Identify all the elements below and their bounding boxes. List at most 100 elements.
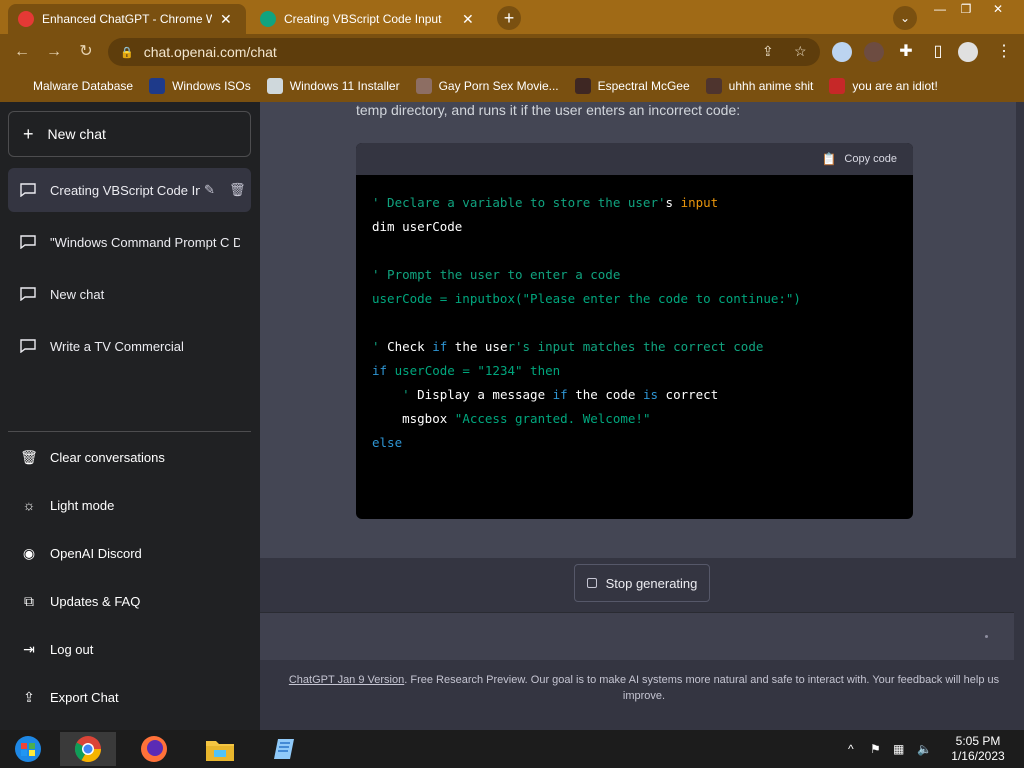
kebab-menu-icon[interactable]: ⋮ (994, 42, 1014, 62)
taskbar-file-explorer[interactable] (192, 732, 248, 766)
new-chat-button[interactable]: + New chat (8, 111, 251, 157)
updates-faq-link[interactable]: ⧉ Updates & FAQ (8, 579, 251, 623)
minimize-button[interactable]: — (926, 0, 954, 18)
stop-generating-button[interactable]: Stop generating (574, 564, 710, 602)
volume-icon[interactable]: 🔈 (917, 742, 932, 756)
flag-icon (829, 78, 846, 94)
openai-icon (260, 11, 276, 27)
firefox-icon (141, 736, 167, 762)
extension-avatar-icon[interactable] (864, 42, 884, 62)
conversation-item-new-chat[interactable]: New chat (8, 272, 251, 316)
figure-icon (415, 78, 432, 94)
clipboard-icon[interactable]: 📋 (821, 152, 836, 166)
edit-icon[interactable]: ✎ (204, 182, 215, 198)
back-icon[interactable]: ← (12, 42, 32, 62)
trash-icon[interactable]: 🗑 (229, 182, 246, 198)
conversation-label: Write a TV Commercial (50, 338, 184, 354)
x-icon (149, 78, 166, 94)
sidebar: + New chat Creating VBScript Code In ✎ 🗑… (0, 102, 260, 730)
code-block-header: 📋 Copy code (356, 143, 913, 175)
bookmark-star-icon[interactable]: ☆ (794, 43, 807, 60)
chrome-webstore-icon (18, 11, 34, 27)
close-tab-icon[interactable]: ✕ (220, 11, 232, 28)
bookmark-windows-isos[interactable]: Windows ISOs (149, 78, 251, 94)
notepad-icon (274, 739, 294, 759)
bookmark-label: Windows 11 Installer (289, 79, 400, 93)
tab-creating-vbscript[interactable]: Creating VBScript Code Input ✕ (250, 4, 488, 34)
menu-label: Export Chat (50, 689, 119, 705)
code-content: ' Declare a variable to store the user's… (372, 195, 801, 450)
conversation-item-creating-vbscript[interactable]: Creating VBScript Code In ✎ 🗑 (8, 168, 251, 212)
lock-icon[interactable]: 🔒 (120, 46, 134, 59)
export-chat-button[interactable]: ⇪ Export Chat (8, 675, 251, 719)
new-chat-label: New chat (47, 126, 106, 142)
version-link[interactable]: ChatGPT Jan 9 Version (289, 674, 404, 686)
copy-code-button[interactable]: Copy code (844, 153, 897, 165)
bookmark-label: Espectral McGee (597, 79, 690, 93)
discord-icon: ◉ (22, 544, 36, 561)
restore-button[interactable]: ❐ (952, 0, 980, 18)
light-mode-button[interactable]: ☼ Light mode (8, 483, 251, 527)
stop-icon (586, 578, 597, 588)
bookmark-windows-11-installer[interactable]: Windows 11 Installer (266, 78, 400, 94)
openai-discord-link[interactable]: ◉ OpenAI Discord (8, 531, 251, 575)
message-input[interactable] (260, 612, 1014, 660)
address-bar[interactable]: 🔒 chat.openai.com/chat ⇪ ☆ (108, 38, 820, 66)
chat-bubble-icon (20, 183, 36, 197)
windows-taskbar: ^ ⚑ ▦ 🔈 5:05 PM 1/16/2023 (0, 730, 1024, 768)
sun-icon: ☼ (22, 497, 36, 513)
tab-search-button[interactable]: ⌄ (893, 6, 917, 30)
browser-toolbar: ← → ↻ 🔒 chat.openai.com/chat ⇪ ☆ ✚ ▯ ⋮ (0, 34, 1024, 70)
anime-icon (705, 78, 722, 94)
network-icon[interactable]: ▦ (893, 742, 904, 756)
image-icon (266, 78, 283, 94)
forward-icon[interactable]: → (44, 42, 64, 62)
menu-label: Updates & FAQ (50, 593, 141, 609)
menu-label: Clear conversations (50, 449, 165, 465)
close-window-button[interactable]: ✕ (984, 0, 1012, 18)
action-center-flag-icon[interactable]: ⚑ (870, 742, 881, 756)
reload-icon[interactable]: ↻ (76, 42, 96, 62)
clock-time: 5:05 PM (955, 734, 1001, 748)
bookmark-gay-porn-sex-movie[interactable]: Gay Porn Sex Movie... (415, 78, 559, 94)
close-tab-icon[interactable]: ✕ (462, 11, 474, 28)
tab-enhanced-chatgpt[interactable]: Enhanced ChatGPT - Chrome Web ✕ (8, 4, 246, 34)
show-hidden-icons-icon[interactable]: ^ (848, 742, 854, 756)
menu-label: OpenAI Discord (50, 545, 142, 561)
export-icon: ⇪ (23, 688, 35, 705)
bookmark-uhhh-anime-shit[interactable]: uhhh anime shit (705, 78, 813, 94)
typing-indicator-icon (985, 635, 988, 638)
file-explorer-icon (206, 741, 234, 761)
clock-date: 1/16/2023 (951, 749, 1005, 763)
log-out-button[interactable]: ⇥ Log out (8, 627, 251, 671)
taskbar-notepad[interactable] (258, 732, 314, 766)
new-tab-button[interactable]: + (497, 6, 521, 30)
bookmark-label: you are an idiot! (852, 79, 938, 93)
assistant-message-text: temp directory, and runs it if the user … (356, 102, 741, 118)
profile-avatar-icon[interactable] (958, 42, 978, 62)
bookmark-malware-database[interactable]: Malware Database (12, 78, 133, 94)
browser-tabstrip: Enhanced ChatGPT - Chrome Web ✕ Creating… (0, 0, 1024, 34)
url-text[interactable]: chat.openai.com/chat (144, 44, 277, 60)
chat-bubble-icon (20, 339, 36, 353)
conversation-label: Creating VBScript Code In (50, 182, 200, 198)
bookmark-espectral-mcgee[interactable]: Espectral McGee (574, 78, 690, 94)
bookmark-you-are-an-idiot[interactable]: you are an idiot! (829, 78, 938, 94)
chat-main: temp directory, and runs it if the user … (260, 102, 1024, 730)
conversation-label: New chat (50, 286, 105, 302)
extensions-puzzle-icon[interactable]: ✚ (896, 42, 916, 62)
extension-flag-icon[interactable] (832, 42, 852, 62)
conversation-item-write-tv-commercial[interactable]: Write a TV Commercial (8, 324, 251, 368)
chat-bubble-icon (20, 235, 36, 249)
side-panel-icon[interactable]: ▯ (928, 42, 948, 62)
taskbar-firefox[interactable] (126, 732, 182, 766)
conversation-item-windows-command-prompt[interactable]: "Windows Command Prompt C D (8, 220, 251, 264)
share-icon[interactable]: ⇪ (762, 43, 774, 60)
start-button[interactable] (0, 732, 56, 766)
code-block: 📋 Copy code ' Declare a variable to stor… (356, 143, 913, 519)
taskbar-chrome[interactable] (60, 732, 116, 766)
system-clock[interactable]: 5:05 PM 1/16/2023 (940, 734, 1016, 764)
malware-icon (12, 78, 26, 94)
start-icon (15, 736, 41, 762)
clear-conversations-button[interactable]: 🗑 Clear conversations (8, 435, 251, 479)
